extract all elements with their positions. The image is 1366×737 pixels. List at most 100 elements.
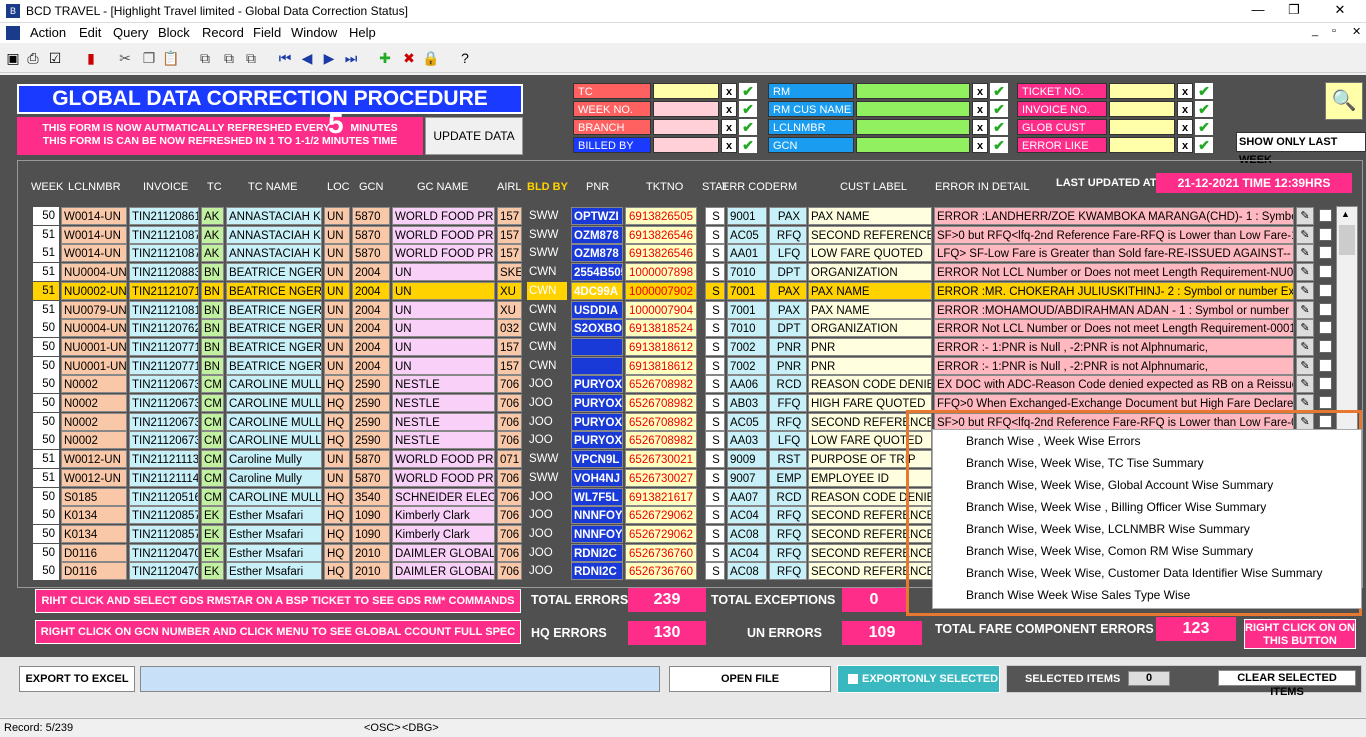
pnr-cell[interactable]: S2OXBO: [571, 319, 623, 338]
airline-cell[interactable]: SKE: [497, 263, 522, 282]
check-icon[interactable]: ☑: [46, 49, 64, 67]
apply-filter-icon[interactable]: ✔: [990, 137, 1008, 153]
loc-cell[interactable]: HQ: [324, 562, 350, 581]
apply-filter-icon[interactable]: ✔: [739, 101, 757, 117]
edit-icon[interactable]: ✎: [1296, 263, 1314, 282]
clear-filter-button[interactable]: x: [1177, 119, 1193, 135]
rm-cell[interactable]: LFQ: [769, 244, 807, 263]
close-button[interactable]: ✕: [1330, 2, 1350, 20]
tc-name-cell[interactable]: Esther Msafari: [226, 524, 322, 543]
file-path-input[interactable]: [140, 666, 660, 692]
column-header[interactable]: RM: [780, 181, 797, 193]
lclnmbr-cell[interactable]: NU0001-UN: [61, 356, 127, 375]
error-code-cell[interactable]: AA01: [727, 244, 767, 263]
minimize-button[interactable]: —: [1248, 2, 1268, 20]
ticket-cell[interactable]: 6526730027: [625, 468, 697, 487]
gcn-cell[interactable]: 2004: [352, 337, 390, 356]
cust-label-cell[interactable]: PAX NAME: [808, 207, 932, 225]
table-row[interactable]: 50 NU0001-UN TIN21120771 BN BEATRICE NGERE UN…: [0, 356, 1366, 376]
tc-cell[interactable]: CM: [201, 375, 224, 394]
cut-icon[interactable]: ✂: [116, 49, 134, 67]
filter-input[interactable]: [1109, 119, 1175, 135]
apply-filter-icon[interactable]: ✔: [990, 101, 1008, 117]
tc-cell[interactable]: EK: [201, 543, 224, 562]
gcn-cell[interactable]: 2590: [352, 375, 390, 394]
loc-cell[interactable]: HQ: [324, 487, 350, 506]
lclnmbr-cell[interactable]: NU0004-UN: [61, 263, 127, 282]
status-cell[interactable]: S: [705, 450, 725, 469]
airline-cell[interactable]: 157: [497, 225, 522, 244]
clear-filter-button[interactable]: x: [721, 137, 737, 153]
insert-icon[interactable]: ✚: [376, 49, 394, 67]
ticket-cell[interactable]: 6913818612: [625, 356, 697, 375]
rm-cell[interactable]: DPT: [769, 263, 807, 282]
status-cell[interactable]: S: [705, 394, 725, 412]
error-code-cell[interactable]: AC08: [727, 524, 767, 543]
rm-cell[interactable]: RFQ: [769, 543, 807, 562]
edit-icon[interactable]: ✎: [1296, 356, 1314, 375]
tc-cell[interactable]: BN: [201, 263, 224, 282]
airline-cell[interactable]: 706: [497, 375, 522, 394]
column-header[interactable]: PNR: [586, 181, 609, 193]
error-code-cell[interactable]: 9007: [727, 468, 767, 487]
status-cell[interactable]: S: [705, 225, 725, 244]
gcn-cell[interactable]: 2010: [352, 562, 390, 581]
clear-selected-button[interactable]: CLEAR SELECTED ITEMS: [1218, 670, 1356, 698]
gc-name-cell[interactable]: WORLD FOOD PRC: [392, 450, 495, 469]
row-checkbox[interactable]: [1319, 265, 1332, 279]
edit-icon[interactable]: ✎: [1296, 207, 1314, 225]
airline-cell[interactable]: 157: [497, 356, 522, 375]
invoice-cell[interactable]: TIN21120857: [129, 506, 199, 525]
tc-name-cell[interactable]: Caroline Mully: [226, 468, 322, 487]
loc-cell[interactable]: UN: [324, 319, 350, 338]
rm-cell[interactable]: RCD: [769, 375, 807, 394]
loc-cell[interactable]: UN: [324, 281, 350, 300]
column-header[interactable]: GC NAME: [417, 181, 468, 193]
airline-cell[interactable]: 071: [497, 450, 522, 469]
column-header[interactable]: INVOICE: [143, 181, 188, 193]
loc-cell[interactable]: UN: [324, 450, 350, 469]
row-checkbox[interactable]: [1319, 246, 1332, 260]
loc-cell[interactable]: UN: [324, 468, 350, 487]
tc-cell[interactable]: CM: [201, 412, 224, 431]
tc-name-cell[interactable]: BEATRICE NGERE: [226, 319, 322, 338]
invoice-cell[interactable]: TIN21121087: [129, 244, 199, 263]
pnr-cell[interactable]: [571, 337, 623, 356]
ticket-cell[interactable]: 6526730021: [625, 450, 697, 469]
status-cell[interactable]: S: [705, 506, 725, 525]
ticket-cell[interactable]: 1000007904: [625, 300, 697, 319]
filter-input[interactable]: [856, 101, 970, 117]
pnr-cell[interactable]: USDDIA: [571, 300, 623, 319]
column-header[interactable]: TC: [207, 181, 222, 193]
invoice-cell[interactable]: TIN21120673: [129, 431, 199, 450]
status-cell[interactable]: S: [705, 412, 725, 431]
tc-name-cell[interactable]: CAROLINE MULLY: [226, 394, 322, 412]
gc-name-cell[interactable]: UN: [392, 337, 495, 356]
error-code-cell[interactable]: AC08: [727, 562, 767, 581]
error-code-cell[interactable]: 9009: [727, 450, 767, 469]
column-header[interactable]: ERR CODE: [722, 181, 780, 193]
airline-cell[interactable]: 706: [497, 506, 522, 525]
gc-name-cell[interactable]: NESTLE: [392, 394, 495, 412]
airline-cell[interactable]: 706: [497, 562, 522, 581]
error-code-cell[interactable]: 7001: [727, 300, 767, 319]
row-checkbox[interactable]: [1319, 283, 1332, 297]
right-click-button[interactable]: RIGHT CLICK ON ON THIS BUTTON: [1244, 619, 1356, 649]
edit-icon[interactable]: ✎: [1296, 319, 1314, 338]
paste-icon[interactable]: 📋: [162, 49, 180, 67]
lclnmbr-cell[interactable]: K0134: [61, 524, 127, 543]
pnr-cell[interactable]: RDNI2C: [571, 543, 623, 562]
rm-cell[interactable]: PAX: [769, 207, 807, 225]
tc-cell[interactable]: BN: [201, 300, 224, 319]
loc-cell[interactable]: UN: [324, 337, 350, 356]
filter-input[interactable]: [1109, 137, 1175, 153]
filter-input[interactable]: [653, 137, 719, 153]
tc-cell[interactable]: EK: [201, 562, 224, 581]
apply-filter-icon[interactable]: ✔: [1195, 119, 1213, 135]
tc-name-cell[interactable]: BEATRICE NGERE: [226, 356, 322, 375]
status-cell[interactable]: S: [705, 319, 725, 338]
clear-filter-button[interactable]: x: [1177, 101, 1193, 117]
cust-label-cell[interactable]: PAX NAME: [808, 281, 932, 300]
scroll-thumb[interactable]: [1339, 225, 1355, 255]
table-row[interactable]: 50 NU0001-UN TIN21120771 BN BEATRICE NGERE UN…: [0, 337, 1366, 357]
